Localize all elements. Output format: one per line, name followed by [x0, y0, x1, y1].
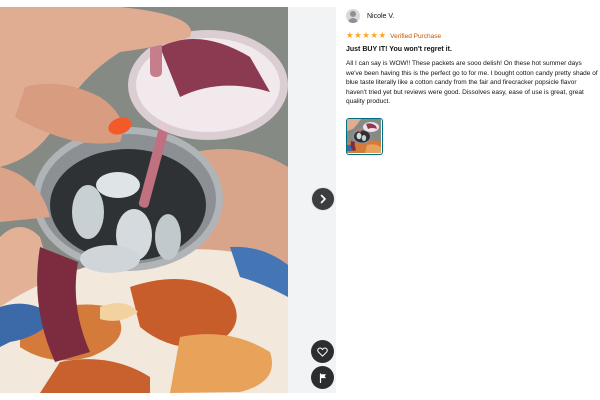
user-icon [346, 9, 360, 23]
review-image-thumbnail[interactable] [346, 117, 383, 155]
star-icon: ★ [346, 31, 354, 41]
review-photo [0, 7, 288, 393]
star-icon: ★ [354, 31, 362, 41]
review-photo-image [0, 7, 288, 393]
review-panel: Nicole V. ★ ★ ★ ★ ★ Verified Purchase Ju… [346, 7, 598, 393]
star-icon: ★ [378, 31, 387, 41]
heart-icon [317, 347, 328, 357]
report-button[interactable] [311, 366, 334, 389]
star-icon: ★ [362, 31, 370, 41]
review-title: Just BUY IT! You won't regret it. [346, 46, 452, 53]
chevron-right-icon [320, 194, 326, 204]
thumbnail-image [347, 118, 381, 153]
flag-icon [319, 372, 326, 383]
star-rating: ★ ★ ★ ★ ★ [346, 31, 386, 41]
reviewer-name[interactable]: Nicole V. [367, 13, 394, 20]
verified-purchase-badge: Verified Purchase [390, 32, 442, 40]
star-icon: ★ [370, 31, 378, 41]
next-image-button[interactable] [311, 187, 335, 211]
helpful-like-button[interactable] [311, 340, 334, 363]
review-body: All I can say is WOW!! These packets are… [346, 60, 598, 106]
reviewer-profile[interactable]: Nicole V. [346, 7, 598, 25]
rating-row: ★ ★ ★ ★ ★ Verified Purchase [346, 31, 598, 41]
